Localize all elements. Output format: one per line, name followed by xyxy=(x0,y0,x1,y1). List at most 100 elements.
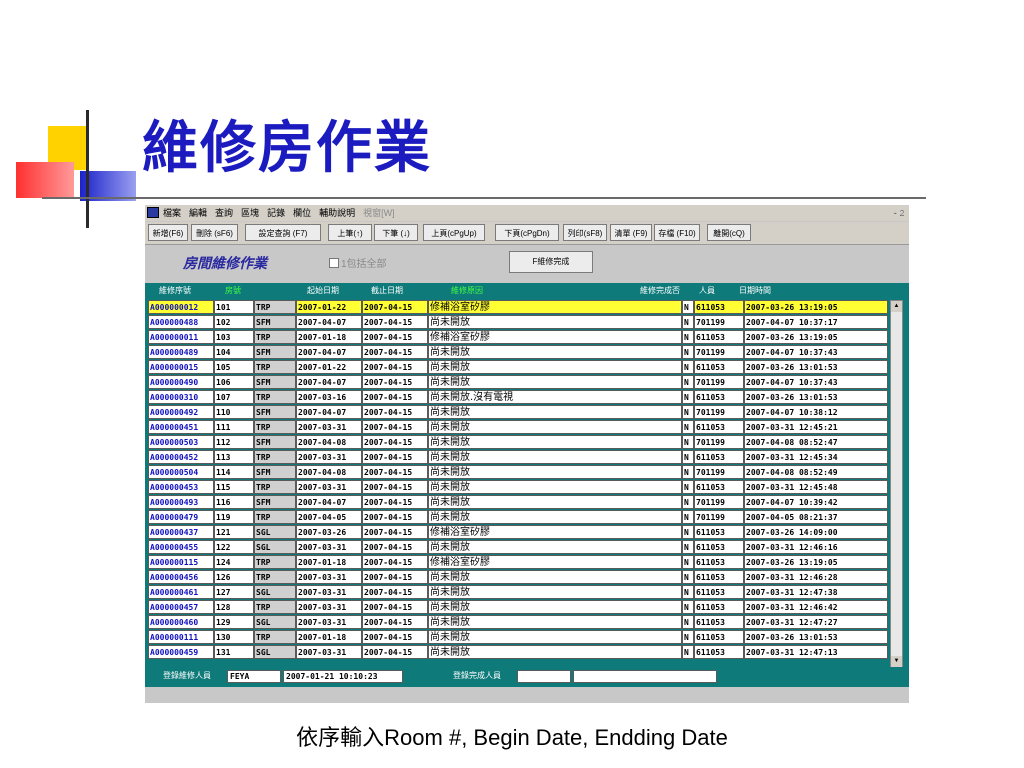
cell-end-date[interactable]: 2007-04-15 xyxy=(362,375,428,389)
vertical-scrollbar[interactable]: ▲ ▼ xyxy=(890,300,903,668)
table-row[interactable]: A000000456 126 TRP 2007-03-31 2007-04-15 尚未開放… xyxy=(148,570,888,585)
cell-begin-date[interactable]: 2007-04-07 xyxy=(296,405,362,419)
cell-type[interactable]: TRP xyxy=(254,450,296,464)
cell-begin-date[interactable]: 2007-03-31 xyxy=(296,480,362,494)
cell-datetime[interactable]: 2007-03-26 13:01:53 xyxy=(744,390,888,404)
cell-end-date[interactable]: 2007-04-15 xyxy=(362,465,428,479)
cell-end-date[interactable]: 2007-04-15 xyxy=(362,345,428,359)
table-row[interactable]: A000000452 113 TRP 2007-03-31 2007-04-15 尚未開放… xyxy=(148,450,888,465)
cell-reason[interactable]: 尚未開放 xyxy=(428,495,682,509)
cell-staff[interactable]: 611053 xyxy=(694,570,744,584)
cell-type[interactable]: TRP xyxy=(254,390,296,404)
cell-room[interactable]: 113 xyxy=(214,450,254,464)
cell-done[interactable]: N xyxy=(682,525,694,539)
cell-type[interactable]: TRP xyxy=(254,570,296,584)
cell-begin-date[interactable]: 2007-04-07 xyxy=(296,315,362,329)
table-row[interactable]: A000000453 115 TRP 2007-03-31 2007-04-15 尚未開放… xyxy=(148,480,888,495)
cell-seq[interactable]: A000000459 xyxy=(148,645,214,659)
cell-type[interactable]: TRP xyxy=(254,360,296,374)
cell-end-date[interactable]: 2007-04-15 xyxy=(362,495,428,509)
cell-type[interactable]: SFM xyxy=(254,375,296,389)
menu-window[interactable]: 視窗[W] xyxy=(363,205,395,221)
cell-reason[interactable]: 修補浴室矽膠 xyxy=(428,300,682,314)
cell-reason[interactable]: 尚未開放 xyxy=(428,405,682,419)
cell-datetime[interactable]: 2007-03-31 12:47:27 xyxy=(744,615,888,629)
cell-type[interactable]: TRP xyxy=(254,630,296,644)
register-time-field[interactable]: 2007-01-21 10:10:23 xyxy=(283,670,403,683)
cell-reason[interactable]: 尚未開放 xyxy=(428,315,682,329)
cell-end-date[interactable]: 2007-04-15 xyxy=(362,630,428,644)
cell-room[interactable]: 116 xyxy=(214,495,254,509)
cell-room[interactable]: 129 xyxy=(214,615,254,629)
table-row[interactable]: A000000488 102 SFM 2007-04-07 2007-04-15 尚未開放… xyxy=(148,315,888,330)
cell-seq[interactable]: A000000015 xyxy=(148,360,214,374)
cell-datetime[interactable]: 2007-04-07 10:39:42 xyxy=(744,495,888,509)
cell-begin-date[interactable]: 2007-03-16 xyxy=(296,390,362,404)
cell-begin-date[interactable]: 2007-01-18 xyxy=(296,555,362,569)
cell-reason[interactable]: 尚未開放 xyxy=(428,375,682,389)
table-row[interactable]: A000000492 110 SFM 2007-04-07 2007-04-15 尚未開放… xyxy=(148,405,888,420)
cell-begin-date[interactable]: 2007-01-22 xyxy=(296,360,362,374)
cell-reason[interactable]: 尚未開放 xyxy=(428,420,682,434)
exit-button[interactable]: 離開(cQ) xyxy=(707,224,751,241)
cell-reason[interactable]: 尚未開放 xyxy=(428,345,682,359)
cell-seq[interactable]: A000000452 xyxy=(148,450,214,464)
cell-datetime[interactable]: 2007-03-26 14:09:00 xyxy=(744,525,888,539)
cell-seq[interactable]: A000000310 xyxy=(148,390,214,404)
cell-staff[interactable]: 611053 xyxy=(694,450,744,464)
cell-end-date[interactable]: 2007-04-15 xyxy=(362,615,428,629)
cell-room[interactable]: 103 xyxy=(214,330,254,344)
table-row[interactable]: A000000479 119 TRP 2007-04-05 2007-04-15 尚未開放… xyxy=(148,510,888,525)
cell-end-date[interactable]: 2007-04-15 xyxy=(362,570,428,584)
cell-staff[interactable]: 701199 xyxy=(694,435,744,449)
next-record-button[interactable]: 下筆 (↓) xyxy=(374,224,418,241)
complete-staff-field[interactable] xyxy=(517,670,571,683)
print-button[interactable]: 列印(sF8) xyxy=(563,224,607,241)
cell-seq[interactable]: A000000460 xyxy=(148,615,214,629)
cell-datetime[interactable]: 2007-04-05 08:21:37 xyxy=(744,510,888,524)
table-row[interactable]: A000000460 129 SGL 2007-03-31 2007-04-15 尚未開放… xyxy=(148,615,888,630)
cell-reason[interactable]: 尚未開放 xyxy=(428,480,682,494)
cell-begin-date[interactable]: 2007-04-08 xyxy=(296,435,362,449)
cell-seq[interactable]: A000000012 xyxy=(148,300,214,314)
cell-seq[interactable]: A000000492 xyxy=(148,405,214,419)
cell-seq[interactable]: A000000111 xyxy=(148,630,214,644)
cell-datetime[interactable]: 2007-03-31 12:46:16 xyxy=(744,540,888,554)
cell-done[interactable]: N xyxy=(682,570,694,584)
cell-staff[interactable]: 611053 xyxy=(694,585,744,599)
cell-datetime[interactable]: 2007-04-07 10:37:43 xyxy=(744,345,888,359)
cell-datetime[interactable]: 2007-04-08 08:52:49 xyxy=(744,465,888,479)
cell-staff[interactable]: 701199 xyxy=(694,495,744,509)
cell-type[interactable]: SFM xyxy=(254,405,296,419)
cell-seq[interactable]: A000000456 xyxy=(148,570,214,584)
new-button[interactable]: 新增(F6) xyxy=(148,224,188,241)
cell-room[interactable]: 106 xyxy=(214,375,254,389)
table-row[interactable]: A000000490 106 SFM 2007-04-07 2007-04-15 尚未開放… xyxy=(148,375,888,390)
cell-staff[interactable]: 611053 xyxy=(694,525,744,539)
cell-done[interactable]: N xyxy=(682,375,694,389)
query-setup-button[interactable]: 設定查詢 (F7) xyxy=(245,224,321,241)
cell-type[interactable]: SFM xyxy=(254,435,296,449)
cell-done[interactable]: N xyxy=(682,420,694,434)
cell-datetime[interactable]: 2007-03-31 12:47:38 xyxy=(744,585,888,599)
menu-query[interactable]: 查詢 xyxy=(215,205,233,221)
table-row[interactable]: A000000457 128 TRP 2007-03-31 2007-04-15 尚未開放… xyxy=(148,600,888,615)
cell-seq[interactable]: A000000437 xyxy=(148,525,214,539)
menu-field[interactable]: 欄位 xyxy=(293,205,311,221)
cell-begin-date[interactable]: 2007-01-18 xyxy=(296,630,362,644)
cell-done[interactable]: N xyxy=(682,360,694,374)
cell-seq[interactable]: A000000488 xyxy=(148,315,214,329)
list-button[interactable]: 清單 (F9) xyxy=(610,224,652,241)
cell-done[interactable]: N xyxy=(682,585,694,599)
cell-type[interactable]: SFM xyxy=(254,495,296,509)
cell-reason[interactable]: 尚未開放 xyxy=(428,615,682,629)
cell-seq[interactable]: A000000451 xyxy=(148,420,214,434)
cell-type[interactable]: TRP xyxy=(254,510,296,524)
cell-end-date[interactable]: 2007-04-15 xyxy=(362,600,428,614)
cell-seq[interactable]: A000000493 xyxy=(148,495,214,509)
table-row[interactable]: A000000111 130 TRP 2007-01-18 2007-04-15 尚未開放… xyxy=(148,630,888,645)
cell-type[interactable]: SFM xyxy=(254,315,296,329)
table-row[interactable]: A000000011 103 TRP 2007-01-18 2007-04-15 修補浴室… xyxy=(148,330,888,345)
cell-type[interactable]: TRP xyxy=(254,480,296,494)
cell-end-date[interactable]: 2007-04-15 xyxy=(362,555,428,569)
